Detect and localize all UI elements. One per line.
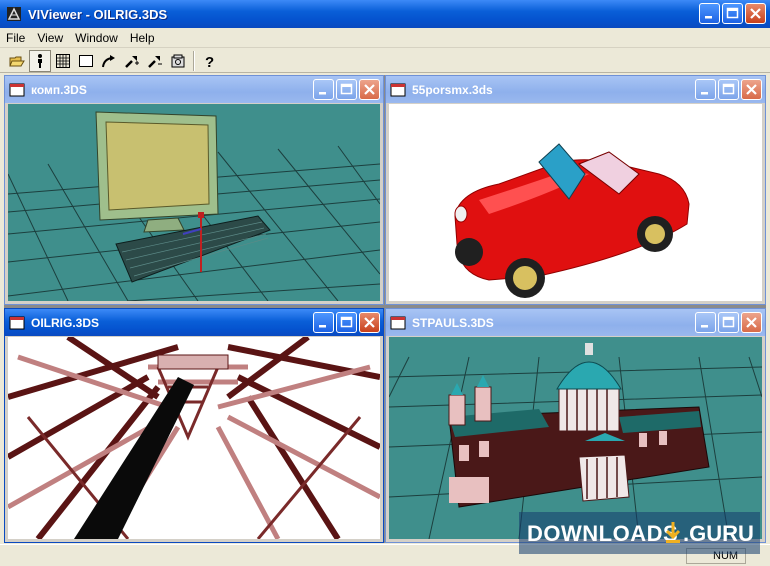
scene-cathedral	[389, 337, 762, 539]
child-window-computer[interactable]: комп.3DS	[4, 75, 384, 305]
help-button[interactable]: ?	[198, 50, 220, 72]
rotate-arrow-icon	[102, 54, 115, 67]
zoom-out-icon	[148, 55, 162, 68]
child-title: STPAULS.3DS	[412, 315, 494, 330]
child-close-button[interactable]	[741, 79, 762, 100]
title-bar[interactable]: VIViewer - OILRIG.3DS	[0, 0, 770, 28]
svg-text:DOWNLOADS: DOWNLOADS	[527, 521, 678, 546]
viewport-cathedral[interactable]	[389, 337, 762, 539]
toolbar-separator	[193, 50, 195, 71]
window-title: VIViewer - OILRIG.3DS	[28, 6, 168, 22]
camera-button[interactable]	[167, 50, 189, 72]
mdi-area: комп.3DS 55porsmx.3ds OILRIG.3DS STPAULS…	[4, 75, 766, 543]
child-minimize-button[interactable]	[695, 312, 716, 333]
svg-text:.GURU: .GURU	[683, 521, 754, 546]
child-maximize-button[interactable]	[336, 79, 357, 100]
child-maximize-button[interactable]	[718, 79, 739, 100]
child-close-button[interactable]	[359, 312, 380, 333]
menu-file[interactable]: File	[0, 31, 31, 45]
child-window-car[interactable]: 55porsmx.3ds	[385, 75, 766, 305]
menu-help[interactable]: Help	[124, 31, 161, 45]
scene-car	[389, 104, 762, 301]
help-icon: ?	[205, 54, 214, 69]
document-icon	[390, 316, 406, 329]
child-close-button[interactable]	[741, 312, 762, 333]
grid-button[interactable]	[52, 50, 74, 72]
minimize-button[interactable]	[699, 3, 720, 24]
walk-button[interactable]	[29, 49, 51, 72]
scene-oilrig	[8, 337, 380, 539]
walk-icon	[38, 53, 42, 68]
child-title: OILRIG.3DS	[31, 315, 100, 330]
child-title-bar[interactable]: STPAULS.3DS	[386, 309, 765, 336]
viewport-oilrig[interactable]	[8, 337, 380, 539]
child-title-bar[interactable]: 55porsmx.3ds	[386, 76, 765, 103]
child-title: 55porsmx.3ds	[412, 82, 493, 97]
child-title: комп.3DS	[31, 82, 87, 97]
zoom-in-icon	[125, 55, 139, 68]
watermark-logo: DOWNLOADS .GURU	[519, 512, 760, 554]
svg-text:?: ?	[205, 54, 214, 69]
open-icon	[9, 56, 25, 66]
menu-bar: File View Window Help	[0, 28, 770, 48]
toolbar: ?	[0, 49, 770, 73]
menu-view[interactable]: View	[31, 31, 69, 45]
scene-computer	[8, 104, 380, 301]
child-minimize-button[interactable]	[313, 79, 334, 100]
child-window-oilrig[interactable]: OILRIG.3DS	[4, 308, 384, 543]
rotate-button[interactable]	[98, 50, 120, 72]
child-close-button[interactable]	[359, 79, 380, 100]
app-window: VIViewer - OILRIG.3DS File View Window H…	[0, 0, 770, 566]
viewport-computer[interactable]	[8, 104, 380, 301]
close-button[interactable]	[745, 3, 766, 24]
select-box-button[interactable]	[75, 50, 97, 72]
document-icon	[9, 83, 25, 96]
child-title-bar[interactable]: OILRIG.3DS	[5, 309, 383, 336]
select-box-icon	[79, 54, 93, 67]
child-maximize-button[interactable]	[336, 312, 357, 333]
menu-window[interactable]: Window	[69, 31, 124, 45]
child-minimize-button[interactable]	[313, 312, 334, 333]
child-minimize-button[interactable]	[695, 79, 716, 100]
child-title-bar[interactable]: комп.3DS	[5, 76, 383, 103]
document-icon	[390, 83, 406, 96]
app-icon	[7, 7, 21, 21]
open-button[interactable]	[6, 50, 28, 72]
camera-icon	[171, 54, 185, 67]
document-icon	[9, 316, 25, 329]
downloads-guru-logo: DOWNLOADS .GURU	[527, 521, 754, 546]
grid-icon	[56, 53, 70, 68]
maximize-button[interactable]	[722, 3, 743, 24]
zoom-in-button[interactable]	[121, 50, 143, 72]
zoom-out-button[interactable]	[144, 50, 166, 72]
viewport-car[interactable]	[389, 104, 762, 301]
child-maximize-button[interactable]	[718, 312, 739, 333]
child-window-cathedral[interactable]: STPAULS.3DS	[385, 308, 766, 543]
